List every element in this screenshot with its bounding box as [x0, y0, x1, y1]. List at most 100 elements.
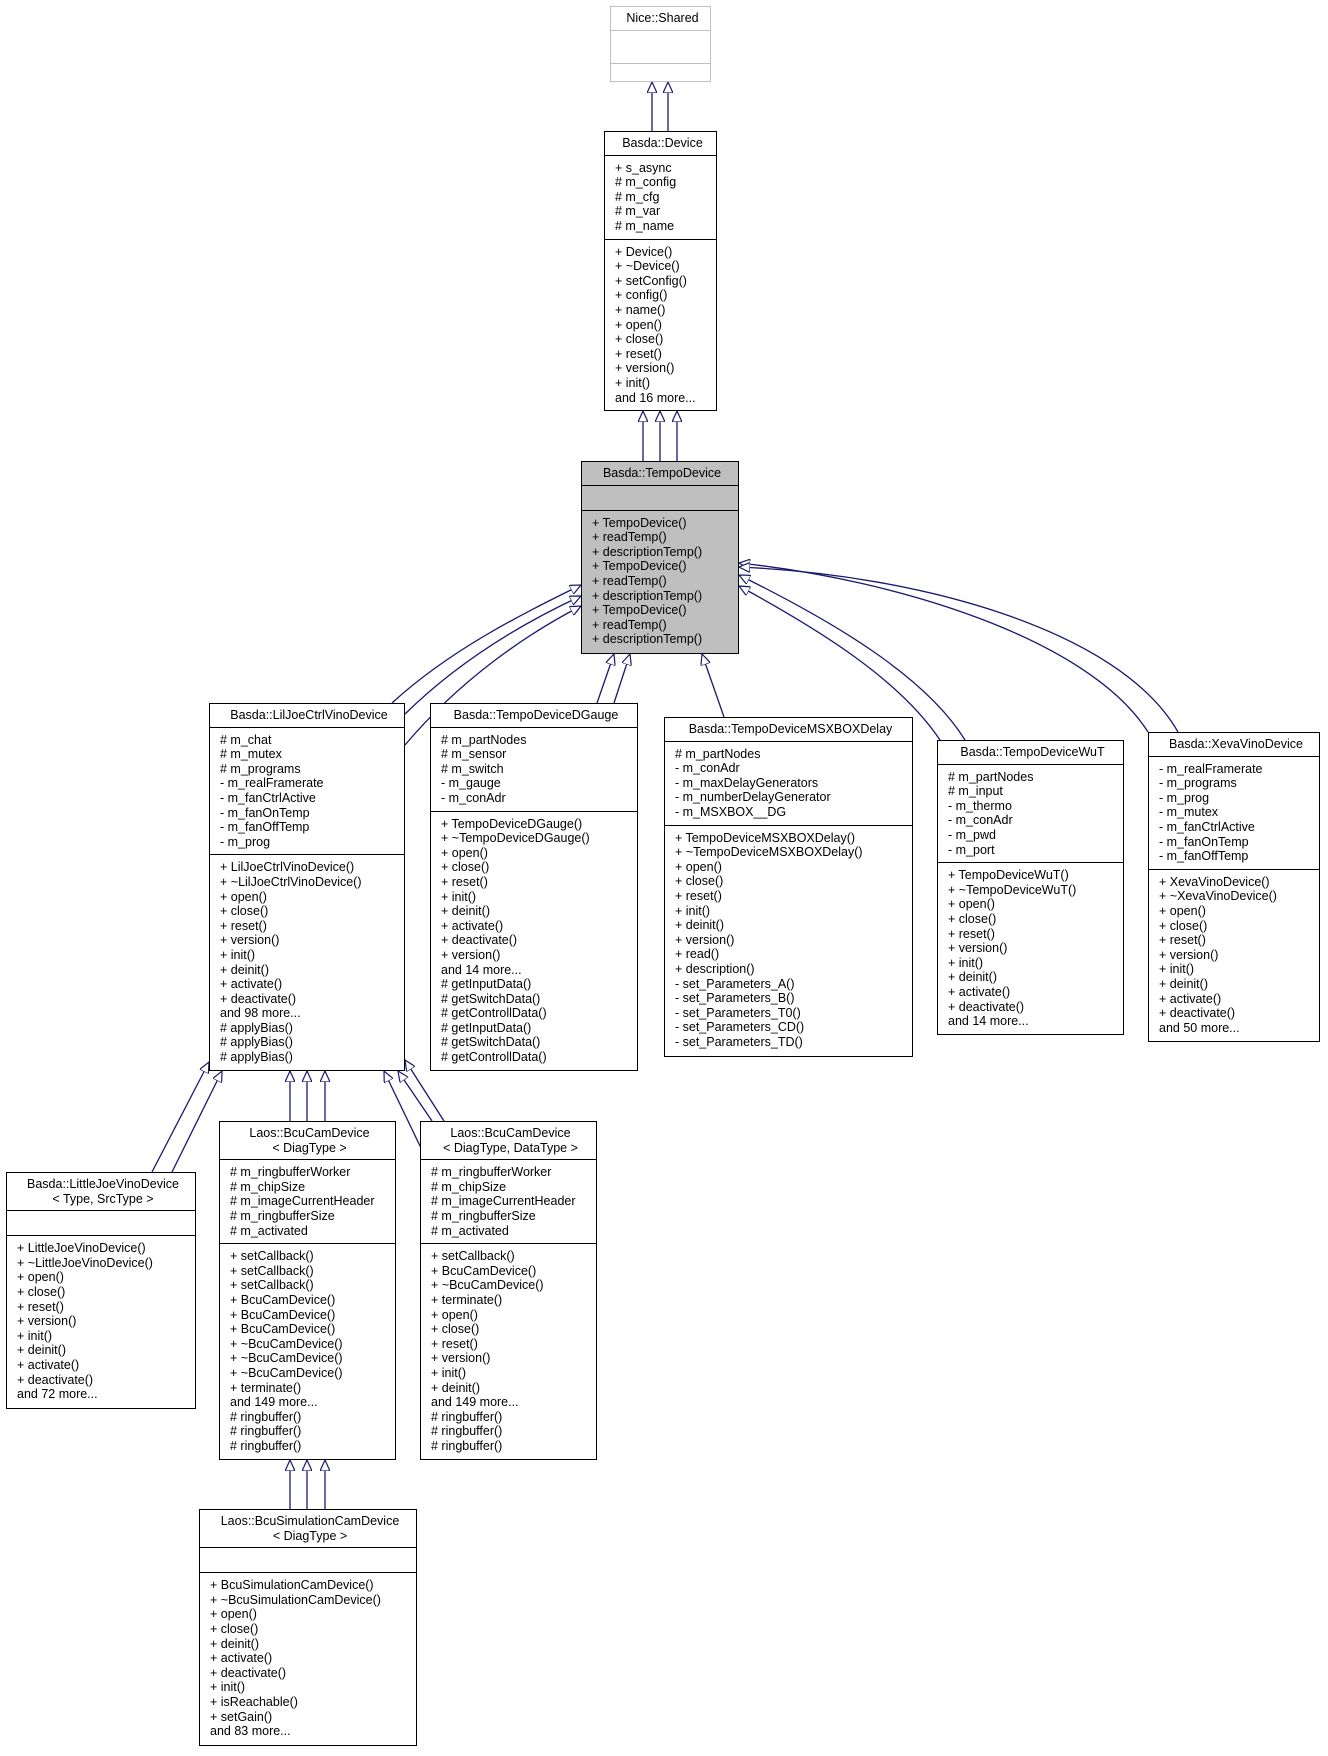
method-item: + reset() — [17, 1299, 64, 1314]
method-item: and 14 more... — [948, 1014, 1029, 1029]
method-item: + version() — [220, 933, 280, 948]
method-item: + deinit() — [441, 904, 490, 919]
class-box-device[interactable]: Basda::Device + s_async # m_config # m_cfg #… — [604, 131, 717, 411]
inherits-edge-liljoe-to-tempo — [404, 596, 581, 715]
method-item: + config() — [615, 288, 668, 303]
method-item: + readTemp() — [592, 617, 667, 632]
attribute-item: - m_thermo — [948, 798, 1012, 813]
method-item: and 149 more... — [230, 1395, 318, 1410]
method-item: # getInputData() — [441, 1020, 532, 1035]
attribute-item: # m_partNodes — [948, 769, 1034, 784]
attribute-item: - m_fanCtrlActive — [1159, 819, 1255, 834]
method-item: + name() — [615, 302, 666, 317]
method-item: + close() — [441, 860, 490, 875]
method-item: # getInputData() — [441, 977, 532, 992]
method-item: + TempoDeviceMSXBOXDelay() — [675, 830, 856, 845]
class-box-dgauge[interactable]: Basda::TempoDeviceDGauge # m_partNodes # m… — [430, 703, 638, 1071]
method-item: + deactivate() — [441, 933, 518, 948]
method-item: + init() — [17, 1328, 53, 1343]
attribute-item: - m_fanOnTemp — [220, 805, 310, 820]
method-item: + ~LilJoeCtrlVinoDevice() — [220, 874, 362, 889]
attribute-item: - m_realFramerate — [220, 776, 324, 791]
method-item: + read() — [675, 947, 720, 962]
method-item: + XevaVinoDevice() — [1159, 874, 1270, 889]
class-name-line: Laos::BcuCamDevice — [450, 1126, 571, 1140]
class-methods: + LittleJoeVinoDevice() + ~LittleJoeVinoD… — [7, 1236, 195, 1407]
class-name-line: Laos::BcuSimulationCamDevice — [220, 1514, 400, 1528]
method-item: - set_Parameters_B() — [675, 991, 795, 1006]
method-item: # ringbuffer() — [431, 1438, 503, 1453]
class-attributes: # m_partNodes # m_input - m_thermo - m_conA… — [938, 765, 1123, 864]
method-item: + close() — [17, 1284, 66, 1299]
method-item: + close() — [220, 904, 269, 919]
method-item: + open() — [675, 859, 722, 874]
attribute-item: - m_realFramerate — [1159, 761, 1263, 776]
class-attributes: # m_ringbufferWorker # m_chipSize # m_imag… — [220, 1160, 395, 1245]
class-box-bcucam2[interactable]: Laos::BcuCamDevice < DiagType, DataType >… — [420, 1121, 597, 1460]
attribute-item: # m_cfg — [615, 189, 660, 204]
method-item: + reset() — [431, 1336, 478, 1351]
attribute-item: + s_async — [615, 160, 672, 175]
method-item: # ringbuffer() — [230, 1424, 302, 1439]
method-item: + activate() — [948, 984, 1011, 999]
method-item: + LittleJoeVinoDevice() — [17, 1241, 146, 1256]
class-methods: + Device() + ~Device() + setConfig() + conf… — [605, 240, 716, 411]
method-item: - set_Parameters_A() — [675, 976, 795, 991]
class-name: Laos::BcuCamDevice < DiagType, DataType > — [421, 1122, 596, 1161]
method-item: + ~TempoDeviceMSXBOXDelay() — [675, 845, 863, 860]
method-item: + descriptionTemp() — [592, 544, 703, 559]
method-item: and 83 more... — [210, 1724, 291, 1739]
method-item: + init() — [220, 947, 256, 962]
method-item: + deinit() — [948, 970, 997, 985]
class-box-tempo[interactable]: Basda::TempoDevice + TempoDevice() + readT… — [581, 461, 739, 654]
attribute-item: - m_numberDelayGenerator — [675, 790, 831, 805]
attribute-item: - m_conAdr — [675, 761, 740, 776]
method-item: + deinit() — [210, 1636, 259, 1651]
method-item: + init() — [615, 375, 651, 390]
attribute-item: - m_prog — [1159, 790, 1210, 805]
method-item: + version() — [17, 1314, 77, 1329]
method-item: + ~BcuCamDevice() — [431, 1278, 544, 1293]
method-item: + deactivate() — [948, 999, 1025, 1014]
attribute-item: # m_chipSize — [230, 1179, 306, 1194]
method-item: + activate() — [1159, 991, 1222, 1006]
inherits-edge-wut-to-tempo — [739, 575, 966, 741]
attribute-item: # m_imageCurrentHeader — [431, 1194, 576, 1209]
method-item: + setCallback() — [230, 1263, 314, 1278]
class-box-liljoe[interactable]: Basda::LilJoeCtrlVinoDevice # m_chat # m_m… — [209, 703, 405, 1071]
class-attributes — [200, 1548, 416, 1574]
method-item: # ringbuffer() — [431, 1409, 503, 1424]
class-box-bcucam1[interactable]: Laos::BcuCamDevice < DiagType > # m_ringbu… — [219, 1121, 396, 1460]
method-item: + ~Device() — [615, 259, 680, 274]
method-item: + init() — [210, 1680, 246, 1695]
class-box-wut[interactable]: Basda::TempoDeviceWuT # m_partNodes # m_in… — [937, 740, 1124, 1035]
method-item: and 72 more... — [17, 1387, 98, 1402]
attribute-item: # m_ringbufferSize — [230, 1208, 335, 1223]
class-box-xeva[interactable]: Basda::XevaVinoDevice - m_realFramerate - … — [1148, 732, 1320, 1042]
class-attributes: # m_partNodes - m_conAdr - m_maxDelayGener… — [665, 742, 912, 826]
class-box-msxbox[interactable]: Basda::TempoDeviceMSXBOXDelay # m_partNod… — [664, 717, 913, 1057]
class-box-littlejoe[interactable]: Basda::LittleJoeVinoDevice < Type, SrcTyp… — [6, 1172, 196, 1409]
method-item: - set_Parameters_CD() — [675, 1020, 805, 1035]
method-item: + descriptionTemp() — [592, 632, 703, 647]
class-methods: + setCallback() + setCallback() + setCallb… — [220, 1244, 395, 1458]
method-item: + init() — [431, 1365, 467, 1380]
class-methods: + TempoDeviceWuT() + ~TempoDeviceWuT() + o… — [938, 863, 1123, 1034]
class-name-line: Laos::BcuCamDevice — [249, 1126, 370, 1140]
class-name: Laos::BcuSimulationCamDevice < DiagType > — [200, 1510, 416, 1549]
method-item: + setCallback() — [230, 1278, 314, 1293]
method-item: + reset() — [675, 888, 722, 903]
class-box-bcusim[interactable]: Laos::BcuSimulationCamDevice < DiagType >… — [199, 1509, 417, 1746]
method-item: + deinit() — [220, 962, 269, 977]
class-name-line: < DiagType > — [272, 1528, 348, 1543]
method-item: + BcuCamDevice() — [230, 1307, 336, 1322]
attribute-item: # m_name — [615, 218, 675, 233]
method-item: + open() — [431, 1307, 478, 1322]
class-methods: + LilJoeCtrlVinoDevice() + ~LilJoeCtrlVin… — [210, 855, 404, 1069]
method-item: + setCallback() — [230, 1249, 314, 1264]
class-attributes: # m_ringbufferWorker # m_chipSize # m_imag… — [421, 1160, 596, 1245]
class-box-shared[interactable]: Nice::Shared — [610, 6, 711, 82]
class-name: Basda::TempoDeviceDGauge — [431, 704, 637, 728]
method-item: + open() — [615, 317, 662, 332]
method-item: + TempoDevice() — [592, 515, 687, 530]
